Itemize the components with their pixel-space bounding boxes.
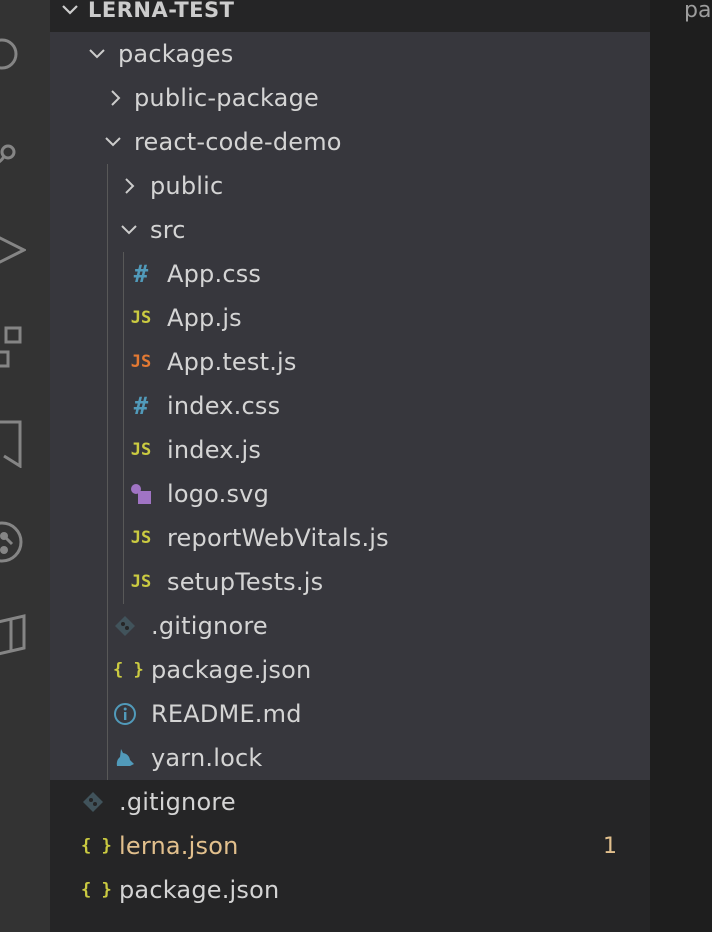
tree-item-readme-md[interactable]: README.md xyxy=(50,692,650,736)
tree-item-label: package.json xyxy=(151,656,312,684)
tree-item-label: .gitignore xyxy=(151,612,268,640)
tree-item-label: react-code-demo xyxy=(134,128,342,156)
chevron-down-icon xyxy=(89,49,105,59)
js-file-icon: JS xyxy=(130,308,152,328)
tree-item-react-code-demo[interactable]: react-code-demo xyxy=(50,120,650,164)
editor-area xyxy=(650,0,712,932)
tree-item-package-json[interactable]: { } package.json xyxy=(50,648,650,692)
tree-item-label: src xyxy=(150,216,186,244)
yarn-icon xyxy=(116,749,134,766)
tree-item-gitignore[interactable]: .gitignore xyxy=(50,604,650,648)
tree-item-label: lerna.json xyxy=(119,832,239,860)
run-debug-icon[interactable] xyxy=(0,226,28,274)
tree-item-report-web-vitals-js[interactable]: JS reportWebVitals.js xyxy=(50,516,650,560)
svg-file-icon xyxy=(131,484,151,504)
tree-item-label: App.js xyxy=(167,304,242,332)
explorer-panel: LERNA-TEST packages public-package react… xyxy=(50,0,650,932)
tree-item-root-package-json[interactable]: { } package.json xyxy=(50,868,650,912)
tree-item-label: yarn.lock xyxy=(151,744,263,772)
tree-item-index-js[interactable]: JS index.js xyxy=(50,428,650,472)
tree-item-label: public-package xyxy=(134,84,319,112)
tree-item-label: .gitignore xyxy=(119,788,236,816)
tree-item-app-test-js[interactable]: JS App.test.js xyxy=(50,340,650,384)
tree-item-logo-svg[interactable]: logo.svg xyxy=(50,472,650,516)
tree-item-label: index.js xyxy=(167,436,262,464)
chevron-right-icon xyxy=(111,90,121,106)
test-js-file-icon: JS xyxy=(130,352,152,372)
tree-item-label: packages xyxy=(118,40,234,68)
tree-item-label: setupTests.js xyxy=(167,568,324,596)
bookmarks-icon[interactable] xyxy=(0,420,26,469)
git-file-icon xyxy=(115,616,135,636)
js-file-icon: JS xyxy=(130,572,152,592)
explorer-icon[interactable] xyxy=(0,30,26,78)
chevron-down-icon xyxy=(62,5,78,15)
chevron-down-icon xyxy=(121,225,137,235)
git-graph-icon[interactable] xyxy=(0,518,26,566)
tree-item-lerna-json[interactable]: { } lerna.json 1 xyxy=(50,824,650,868)
package-icon[interactable] xyxy=(0,612,26,660)
json-file-icon: { } xyxy=(81,880,112,900)
explorer-section-header[interactable]: LERNA-TEST xyxy=(50,0,650,30)
info-icon xyxy=(114,703,136,725)
js-file-icon: JS xyxy=(130,440,152,460)
tree-item-label: reportWebVitals.js xyxy=(167,524,389,552)
extensions-icon[interactable] xyxy=(0,322,26,370)
tree-item-label: App.css xyxy=(167,260,262,288)
tree-item-src[interactable]: src xyxy=(50,208,650,252)
tree-item-label: App.test.js xyxy=(167,348,297,376)
css-file-icon: # xyxy=(133,260,149,288)
tree-item-public-package[interactable]: public-package xyxy=(50,76,650,120)
problem-count-badge: 1 xyxy=(603,833,617,859)
tree-item-root-gitignore[interactable]: .gitignore xyxy=(50,780,650,824)
tree-item-app-js[interactable]: JS App.js xyxy=(50,296,650,340)
tree-item-index-css[interactable]: # index.css xyxy=(50,384,650,428)
js-file-icon: JS xyxy=(130,528,152,548)
activity-bar xyxy=(0,0,50,932)
json-file-icon: { } xyxy=(113,660,144,680)
editor-tab-fragment[interactable]: pa xyxy=(684,0,711,23)
tree-item-packages[interactable]: packages xyxy=(50,32,650,76)
git-file-icon xyxy=(83,792,103,812)
explorer-section-title: LERNA-TEST xyxy=(88,0,235,22)
tree-item-yarn-lock[interactable]: yarn.lock xyxy=(50,736,650,780)
json-file-icon: { } xyxy=(81,836,112,856)
tree-item-label: public xyxy=(150,172,224,200)
tree-item-label: package.json xyxy=(119,876,280,904)
source-control-icon[interactable] xyxy=(0,128,26,176)
tree-item-public[interactable]: public xyxy=(50,164,650,208)
chevron-right-icon xyxy=(125,178,135,194)
tree-item-label: logo.svg xyxy=(167,480,270,508)
css-file-icon: # xyxy=(133,392,149,420)
tree-item-label: README.md xyxy=(151,700,302,728)
tree-item-setup-tests-js[interactable]: JS setupTests.js xyxy=(50,560,650,604)
tree-item-label: index.css xyxy=(167,392,281,420)
chevron-down-icon xyxy=(105,137,121,147)
tree-item-app-css[interactable]: # App.css xyxy=(50,252,650,296)
